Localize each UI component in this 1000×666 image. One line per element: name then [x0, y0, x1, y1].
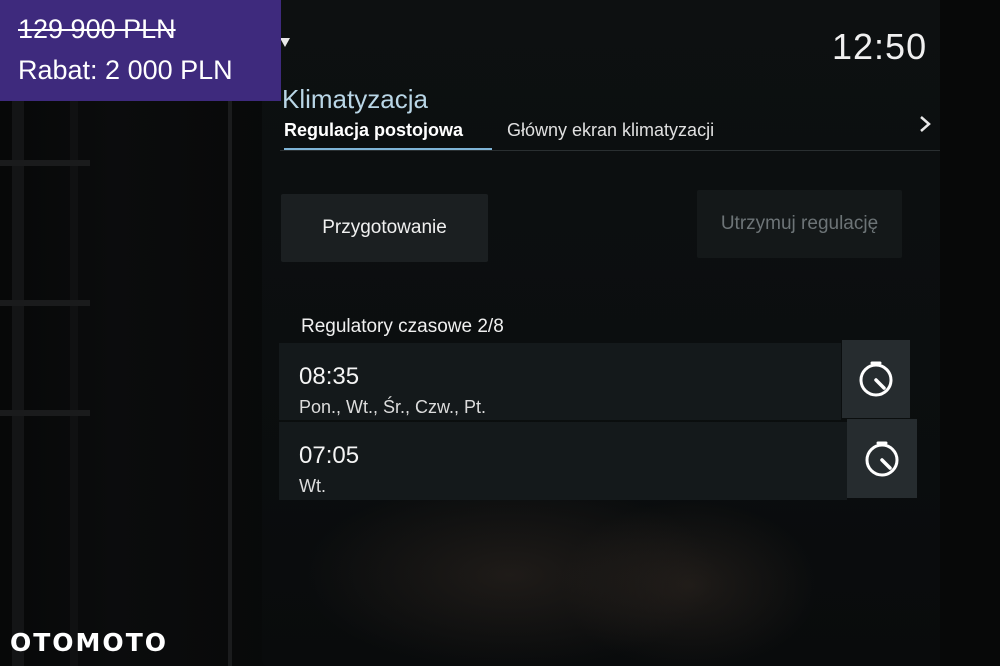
timer-row[interactable]: 07:05 Wt.	[279, 422, 847, 500]
tab-regulacja-postojowa[interactable]: Regulacja postojowa	[284, 120, 463, 141]
timer-icon[interactable]	[842, 340, 910, 418]
clock: 12:50	[832, 26, 928, 67]
discount-label: Rabat: 2 000 PLN	[18, 55, 233, 85]
air-vent-slat	[0, 410, 90, 416]
timer-days: Wt.	[299, 476, 326, 496]
old-price: 129 900 PLN	[18, 14, 176, 44]
air-vent-slat	[0, 160, 90, 166]
air-vent-slat	[0, 300, 90, 306]
tab-glowny-ekran[interactable]: Główny ekran klimatyzacji	[507, 120, 714, 141]
chevron-right-icon[interactable]	[918, 114, 932, 138]
tab-divider	[280, 150, 940, 151]
photographer-reflection	[560, 500, 820, 666]
timer-time: 08:35	[299, 363, 360, 390]
page-title: Klimatyzacja	[282, 84, 428, 114]
otomoto-watermark: OTOMOTO	[10, 628, 168, 657]
timer-icon[interactable]	[847, 419, 917, 498]
prep-button[interactable]: Przygotowanie	[281, 194, 488, 262]
timer-row[interactable]: 08:35 Pon., Wt., Śr., Czw., Pt.	[279, 343, 841, 420]
hold-settings-button[interactable]: Utrzymuj regulację	[697, 190, 902, 258]
signal-triangle-icon	[280, 36, 290, 52]
price-badge: 129 900 PLN Rabat: 2 000 PLN	[0, 0, 281, 101]
timer-time: 07:05	[299, 442, 360, 469]
screen-bezel-right	[940, 0, 1000, 666]
timer-days: Pon., Wt., Śr., Czw., Pt.	[299, 397, 487, 417]
timers-section-title: Regulatory czasowe 2/8	[301, 316, 504, 337]
